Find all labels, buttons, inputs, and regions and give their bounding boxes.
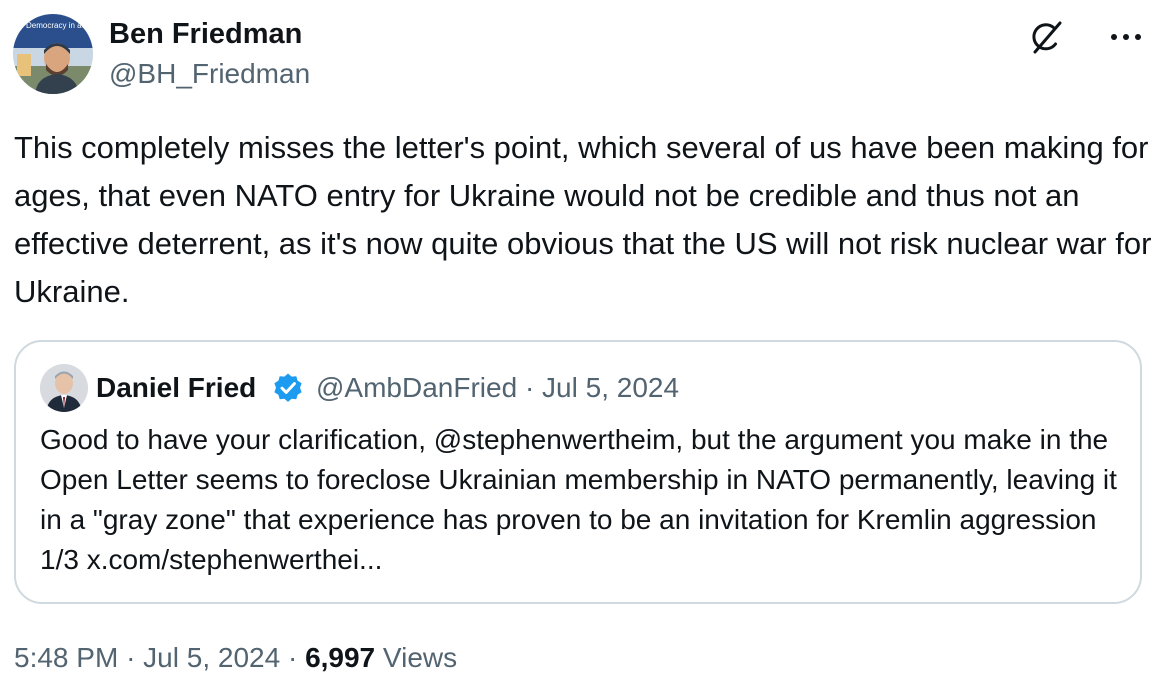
quoted-author-avatar[interactable]	[40, 364, 88, 412]
author-avatar[interactable]: Democracy in action	[13, 14, 93, 94]
tweet-card: Democracy in action Ben Friedman @BH_Fri…	[0, 0, 1166, 690]
tweet-time[interactable]: 5:48 PM	[14, 642, 118, 673]
more-horizontal-icon[interactable]	[1106, 22, 1146, 52]
verified-badge-icon	[272, 372, 304, 404]
views-count: 6,997	[305, 642, 376, 673]
author-avatar-image: Democracy in action	[13, 14, 93, 94]
grok-icon[interactable]	[1026, 18, 1066, 58]
quoted-author-handle[interactable]: @AmbDanFried	[316, 372, 517, 403]
quoted-author-name[interactable]: Daniel Fried	[96, 370, 256, 406]
quoted-tweet[interactable]: Daniel Fried @AmbDanFried · Jul 5, 2024 …	[14, 340, 1142, 604]
avatar-banner-text: Democracy in action	[26, 21, 93, 30]
tweet-date[interactable]: Jul 5, 2024	[143, 642, 280, 673]
footer-separator-2: ·	[287, 642, 298, 673]
tweet-text: This completely misses the letter's poin…	[14, 130, 1152, 309]
quoted-tweet-text: Good to have your clarification, @stephe…	[40, 424, 1117, 575]
quoted-meta: @AmbDanFried · Jul 5, 2024	[316, 370, 679, 406]
tweet-footer: 5:48 PM · Jul 5, 2024 · 6,997 Views	[14, 640, 457, 676]
footer-separator: ·	[126, 642, 136, 673]
views-label: Views	[382, 642, 458, 673]
quoted-avatar-image	[40, 364, 88, 412]
author-name[interactable]: Ben Friedman	[109, 16, 302, 52]
quoted-date[interactable]: Jul 5, 2024	[542, 372, 679, 403]
quoted-meta-separator: ·	[524, 372, 535, 403]
author-handle[interactable]: @BH_Friedman	[109, 56, 310, 92]
